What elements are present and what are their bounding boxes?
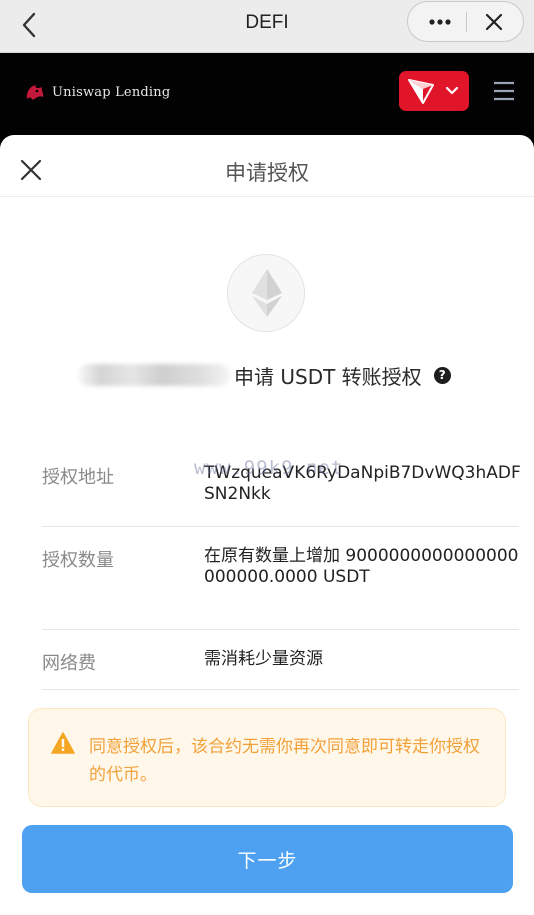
brand-name: Uniswap Lending	[52, 84, 171, 100]
warning-text: 同意授权后，该合约无需你再次同意即可转走你授权的代币。	[89, 737, 480, 785]
network-fee-row: 网络费 需消耗少量资源	[42, 649, 519, 679]
request-text: 申请 USDT 转账授权	[234, 364, 422, 389]
close-miniprogram-button[interactable]	[474, 6, 514, 38]
brand-logo[interactable]: Uniswap Lending	[24, 82, 170, 102]
chevron-left-icon	[22, 12, 36, 38]
back-button[interactable]	[14, 8, 48, 42]
mini-program-capsule	[407, 1, 524, 42]
unicorn-logo-icon	[26, 85, 44, 100]
next-step-button[interactable]: 下一步	[22, 825, 513, 893]
capsule-divider	[466, 12, 467, 32]
row-value: 需消耗少量资源	[204, 649, 323, 669]
warning-icon	[51, 732, 75, 754]
more-button[interactable]	[420, 6, 460, 38]
row-label: 授权地址	[42, 467, 114, 488]
dapp-header: Uniswap Lending	[0, 53, 534, 135]
row-label: 网络费	[42, 653, 96, 674]
close-icon	[485, 13, 503, 31]
authorized-address-row: 授权地址 TWzqueaVK6RyDaNpiB7DvWQ3hADFSN2Nkk	[42, 463, 521, 523]
more-dots-icon	[429, 19, 451, 25]
chevron-down-icon	[445, 86, 459, 95]
hamburger-menu-icon	[494, 81, 514, 101]
token-avatar	[227, 254, 305, 332]
ethereum-icon	[252, 269, 282, 317]
title-divider	[0, 196, 534, 197]
row-value: 在原有数量上增加 9000000000000000000000.0000 USD…	[204, 546, 519, 587]
sheet-close-button[interactable]	[16, 155, 46, 185]
request-summary: 申请 USDT 转账授权 ?	[78, 360, 451, 390]
warning-box: 同意授权后，该合约无需你再次同意即可转走你授权的代币。	[28, 708, 506, 807]
row-divider	[42, 526, 519, 527]
row-label: 授权数量	[42, 550, 114, 571]
row-value: TWzqueaVK6RyDaNpiB7DvWQ3hADFSN2Nkk	[204, 463, 521, 504]
authorized-amount-row: 授权数量 在原有数量上增加 9000000000000000000000.000…	[42, 546, 519, 626]
row-divider	[42, 689, 519, 690]
app-bar: DEFI	[0, 0, 534, 53]
help-icon[interactable]: ?	[433, 366, 451, 384]
blurred-dapp-name	[78, 364, 230, 386]
close-icon	[20, 159, 42, 181]
sheet-title: 申请授权	[225, 161, 309, 185]
menu-button[interactable]	[488, 77, 520, 105]
row-divider	[42, 629, 519, 630]
wallet-selector-button[interactable]	[399, 71, 469, 111]
authorization-sheet: 申请授权 申请 USDT 转账授权 ? 授权地址 TWzqueaVK6RyDaN…	[0, 135, 534, 915]
